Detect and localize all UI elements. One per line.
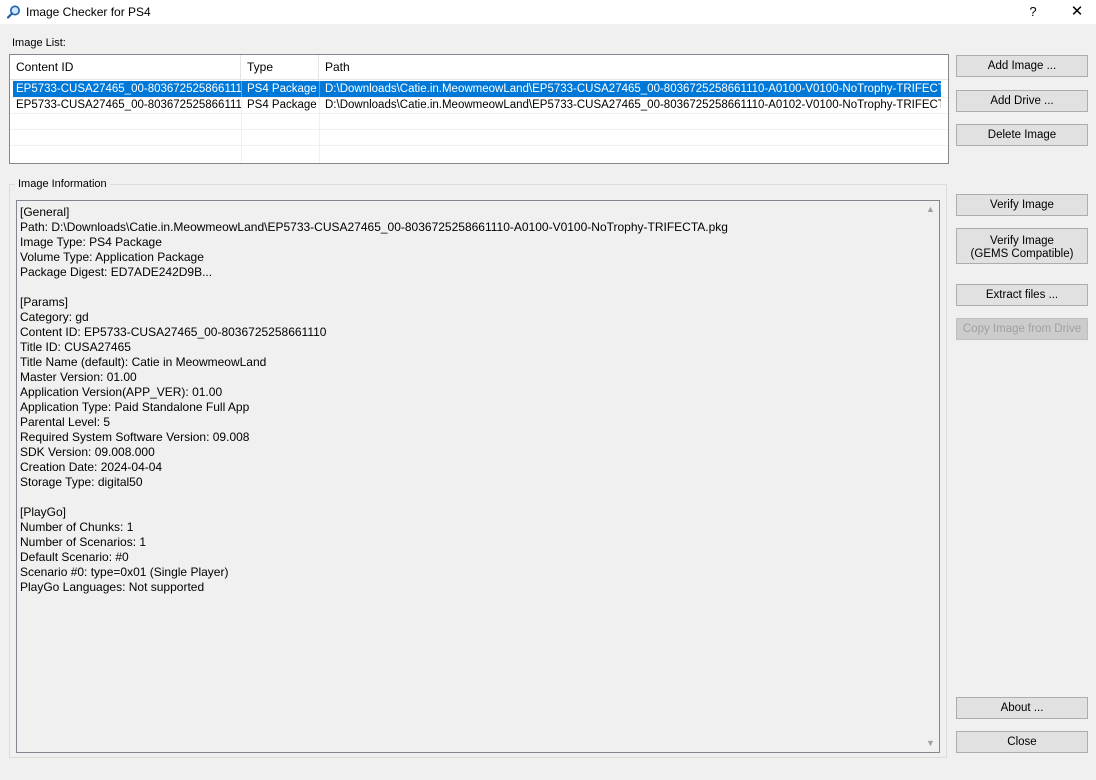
image-list[interactable]: Content ID Type Path EP5733-CUSA27465_00… xyxy=(9,54,949,164)
image-information-textbox[interactable]: [General] Path: D:\Downloads\Catie.in.Meo… xyxy=(16,200,940,753)
info-line: Path: D:\Downloads\Catie.in.MeowmeowLand… xyxy=(20,220,728,234)
add-image-button[interactable]: Add Image ... xyxy=(956,55,1088,77)
cell-type: PS4 Package xyxy=(247,83,317,95)
cell-path: D:\Downloads\Catie.in.MeowmeowLand\EP573… xyxy=(325,99,941,111)
info-line: SDK Version: 09.008.000 xyxy=(20,445,155,459)
window-title: Image Checker for PS4 xyxy=(26,5,151,19)
grid-line xyxy=(10,145,948,146)
info-line: [PlayGo] xyxy=(20,505,67,519)
info-line: Category: gd xyxy=(20,310,89,324)
image-list-label: Image List: xyxy=(12,37,66,49)
grid-line xyxy=(10,129,948,130)
info-line: Package Digest: ED7ADE242D9B... xyxy=(20,265,213,279)
info-line: Title ID: CUSA27465 xyxy=(20,340,131,354)
info-line: [General] xyxy=(20,205,70,219)
info-line: Number of Scenarios: 1 xyxy=(20,535,147,549)
info-line: Parental Level: 5 xyxy=(20,415,111,429)
info-line: Scenario #0: type=0x01 (Single Player) xyxy=(20,565,229,579)
info-line: Application Type: Paid Standalone Full A… xyxy=(20,400,250,414)
verify-gems-line1: Verify Image xyxy=(990,235,1054,247)
info-line: Default Scenario: #0 xyxy=(20,550,129,564)
grid-line xyxy=(10,113,948,114)
info-line xyxy=(20,490,920,505)
info-line: Content ID: EP5733-CUSA27465_00-80367252… xyxy=(20,325,327,339)
info-line: Application Version(APP_VER): 01.00 xyxy=(20,385,223,399)
info-line: Title Name (default): Catie in MeowmeowL… xyxy=(20,355,267,369)
column-header-path[interactable]: Path xyxy=(319,55,948,79)
verify-image-button[interactable]: Verify Image xyxy=(956,194,1088,216)
info-line: Creation Date: 2024-04-04 xyxy=(20,460,163,474)
info-line: Storage Type: digital50 xyxy=(20,475,143,489)
scroll-up-arrow-icon[interactable]: ▲ xyxy=(922,201,939,218)
table-row[interactable]: EP5733-CUSA27465_00-8036725258661110 PS4… xyxy=(13,97,941,113)
cell-content-id: EP5733-CUSA27465_00-8036725258661110 xyxy=(16,99,241,111)
image-information-label: Image Information xyxy=(15,178,110,190)
cell-path: D:\Downloads\Catie.in.MeowmeowLand\EP573… xyxy=(325,83,941,95)
verify-image-gems-button[interactable]: Verify Image (GEMS Compatible) xyxy=(956,228,1088,264)
about-button[interactable]: About ... xyxy=(956,697,1088,719)
cell-content-id: EP5733-CUSA27465_00-8036725258661110 xyxy=(16,83,241,95)
info-line: Master Version: 01.00 xyxy=(20,370,137,384)
info-line: Volume Type: Application Package xyxy=(20,250,204,264)
table-row-selected[interactable]: EP5733-CUSA27465_00-8036725258661110 PS4… xyxy=(13,81,941,97)
info-line: Required System Software Version: 09.008 xyxy=(20,430,250,444)
column-header-content-id[interactable]: Content ID xyxy=(10,55,241,79)
help-button[interactable]: ? xyxy=(1010,0,1056,24)
info-line: PlayGo Languages: Not supported xyxy=(20,580,205,594)
delete-image-button[interactable]: Delete Image xyxy=(956,124,1088,146)
verify-gems-line2: (GEMS Compatible) xyxy=(970,248,1074,260)
copy-image-from-drive-button[interactable]: Copy Image from Drive xyxy=(956,318,1088,340)
vertical-scrollbar[interactable]: ▲ ▼ xyxy=(922,201,939,752)
window-close-button[interactable]: ✕ xyxy=(1054,0,1096,24)
info-line: Image Type: PS4 Package xyxy=(20,235,162,249)
add-drive-button[interactable]: Add Drive ... xyxy=(956,90,1088,112)
image-information-text: [General] Path: D:\Downloads\Catie.in.Meo… xyxy=(20,205,920,595)
info-line xyxy=(20,280,920,295)
image-list-header: Content ID Type Path xyxy=(10,55,948,80)
cell-type: PS4 Package xyxy=(247,99,317,111)
info-line: [Params] xyxy=(20,295,69,309)
extract-files-button[interactable]: Extract files ... xyxy=(956,284,1088,306)
info-line: Number of Chunks: 1 xyxy=(20,520,134,534)
close-button[interactable]: Close xyxy=(956,731,1088,753)
column-header-type[interactable]: Type xyxy=(241,55,319,79)
title-bar: Image Checker for PS4 ? ✕ xyxy=(0,0,1096,24)
magnifier-app-icon xyxy=(6,5,20,19)
scroll-down-arrow-icon[interactable]: ▼ xyxy=(922,735,939,752)
